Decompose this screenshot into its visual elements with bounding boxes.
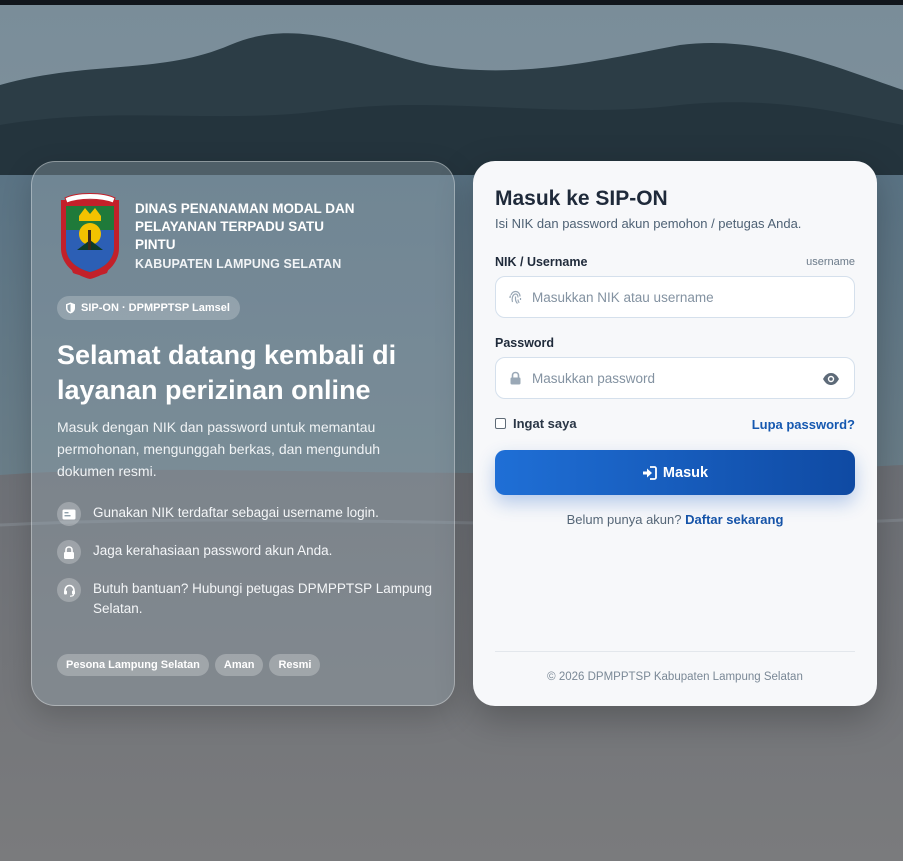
username-input[interactable]	[532, 289, 812, 305]
login-title: Masuk ke SIP-ON	[495, 187, 668, 210]
login-subtitle: Isi NIK dan password akun pemohon / petu…	[495, 216, 802, 231]
forgot-password-link[interactable]: Lupa password?	[752, 417, 855, 432]
system-badge: SIP-ON · DPMPPTSP Lamsel	[57, 296, 240, 320]
username-field[interactable]	[495, 276, 855, 318]
tag: Pesona Lampung Selatan	[57, 654, 209, 676]
login-card: Masuk ke SIP-ON Isi NIK dan password aku…	[473, 161, 877, 706]
id-card-icon	[57, 502, 81, 526]
username-label: NIK / Username	[495, 255, 588, 269]
tag-list: Pesona Lampung Selatan Aman Resmi	[57, 654, 321, 676]
login-button-label: Masuk	[662, 464, 709, 481]
lock-icon	[57, 540, 81, 564]
remember-label: Ingat saya	[513, 416, 577, 431]
tag: Resmi	[269, 654, 321, 676]
headset-icon	[57, 578, 81, 602]
signup-link[interactable]: Daftar sekarang	[685, 512, 783, 527]
badge-label: SIP-ON · DPMPPTSP Lamsel	[81, 302, 230, 314]
login-button[interactable]: Masuk	[495, 450, 855, 495]
shield-icon	[66, 302, 75, 314]
password-field[interactable]	[495, 357, 855, 399]
tag: Aman	[214, 654, 264, 676]
eye-icon[interactable]	[822, 371, 840, 387]
org-region: KABUPATEN LAMPUNG SELATAN	[135, 257, 342, 271]
password-input[interactable]	[532, 370, 812, 386]
feature-text: Gunakan NIK terdaftar sebagai username l…	[93, 505, 379, 520]
username-hint: username	[806, 256, 855, 268]
fingerprint-icon	[506, 288, 524, 306]
lock-icon	[506, 369, 524, 387]
feature-item: Jaga kerahasiaan password akun Anda.	[57, 540, 437, 564]
remember-checkbox[interactable]	[495, 418, 506, 429]
sign-in-icon	[642, 465, 657, 480]
org-name: DINAS PENANAMAN MODAL DAN PELAYANAN TERP…	[135, 201, 355, 252]
welcome-description: Masuk dengan NIK dan password untuk mema…	[57, 419, 381, 479]
feature-item: Butuh bantuan? Hubungi petugas DPMPPTSP …	[57, 578, 437, 619]
info-panel: DINAS PENANAMAN MODAL DAN PELAYANAN TERP…	[31, 161, 455, 706]
signup-prompt: Belum punya akun?	[566, 512, 682, 527]
feature-item: Gunakan NIK terdaftar sebagai username l…	[57, 502, 437, 526]
signup-row: Belum punya akun? Daftar sekarang	[495, 512, 855, 527]
brand-header: DINAS PENANAMAN MODAL DAN PELAYANAN TERP…	[57, 190, 365, 280]
footer-divider	[495, 651, 855, 652]
lampung-selatan-emblem-icon	[61, 193, 119, 279]
feature-text: Butuh bantuan? Hubungi petugas DPMPPTSP …	[93, 581, 432, 616]
password-label: Password	[495, 336, 555, 350]
copyright: © 2026 DPMPPTSP Kabupaten Lampung Selata…	[547, 671, 803, 683]
feature-text: Jaga kerahasiaan password akun Anda.	[93, 543, 333, 558]
feature-list: Gunakan NIK terdaftar sebagai username l…	[57, 502, 437, 633]
welcome-heading: Selamat datang kembali di layanan perizi…	[57, 340, 397, 405]
remember-me[interactable]: Ingat saya	[495, 416, 577, 431]
